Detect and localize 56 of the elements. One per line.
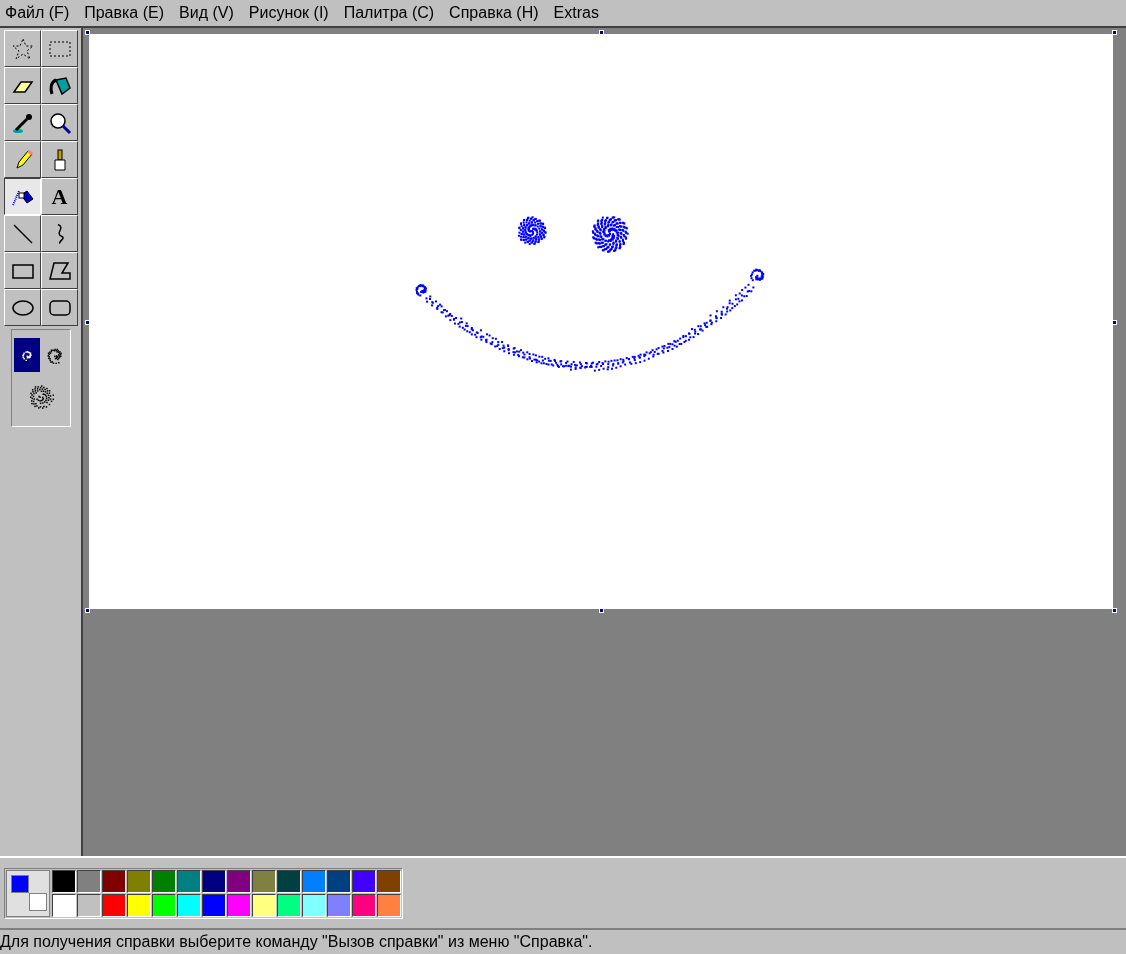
palette-swatch[interactable] (277, 869, 301, 893)
palette-swatch[interactable] (77, 893, 101, 917)
palette-swatch[interactable] (302, 893, 326, 917)
palette-swatch[interactable] (177, 869, 201, 893)
resize-handle[interactable] (599, 30, 604, 35)
palette-swatch[interactable] (127, 893, 151, 917)
spray-size-icon (28, 383, 54, 409)
menu-item[interactable]: Файл (F) (5, 1, 70, 25)
palette-swatch[interactable] (327, 893, 351, 917)
palette-swatch[interactable] (52, 869, 76, 893)
menu-item[interactable]: Extras (553, 1, 599, 25)
palette-swatch[interactable] (377, 893, 401, 917)
palette-swatch[interactable] (302, 869, 326, 893)
magnifier-icon (47, 110, 72, 135)
line-icon (10, 221, 35, 246)
palette-swatch[interactable] (202, 893, 226, 917)
palette-swatch[interactable] (77, 869, 101, 893)
tool-button[interactable]: A (41, 178, 78, 215)
palette-swatch[interactable] (152, 893, 176, 917)
palette-swatch[interactable] (127, 869, 151, 893)
palette-swatch[interactable] (277, 893, 301, 917)
palette-swatch[interactable] (227, 869, 251, 893)
resize-handle[interactable] (1112, 30, 1117, 35)
palette-swatch[interactable] (52, 893, 76, 917)
menu-item[interactable]: Вид (V) (179, 1, 234, 25)
palette-swatch[interactable] (227, 893, 251, 917)
resize-handle[interactable] (85, 608, 90, 613)
star-select-icon (10, 36, 35, 61)
palette-swatch[interactable] (152, 869, 176, 893)
palette-swatch[interactable] (252, 869, 276, 893)
resize-handle[interactable] (85, 30, 90, 35)
status-text: Для получения справки выберите команду "Вызов справки" из меню "Справка". (0, 932, 593, 952)
resize-handle[interactable] (1112, 320, 1117, 325)
palette-swatch[interactable] (327, 869, 351, 893)
background-color-swatch[interactable] (29, 892, 47, 911)
menu-item[interactable]: Правка (E) (84, 1, 165, 25)
spray-size-icon (21, 349, 33, 361)
menu-item[interactable]: Палитра (C) (343, 1, 435, 25)
palette-swatch[interactable] (202, 869, 226, 893)
text-tool-letter: A (51, 185, 68, 208)
menu-item[interactable]: Справка (H) (449, 1, 539, 25)
palette-swatch[interactable] (377, 869, 401, 893)
resize-handle[interactable] (599, 608, 604, 613)
tool-button[interactable] (4, 178, 41, 215)
resize-handle[interactable] (1112, 608, 1117, 613)
palette-swatch[interactable] (352, 869, 376, 893)
palette-swatch[interactable] (177, 893, 201, 917)
foreground-color-swatch[interactable] (11, 874, 29, 893)
spray-size-icon (46, 346, 64, 364)
palette-swatch[interactable] (102, 893, 126, 917)
palette-swatch[interactable] (352, 893, 376, 917)
palette-swatch[interactable] (102, 869, 126, 893)
spray-size-option[interactable] (14, 338, 40, 372)
palette-swatch[interactable] (252, 893, 276, 917)
resize-handle[interactable] (85, 320, 90, 325)
menu-item[interactable]: Рисунок (I) (248, 1, 329, 25)
